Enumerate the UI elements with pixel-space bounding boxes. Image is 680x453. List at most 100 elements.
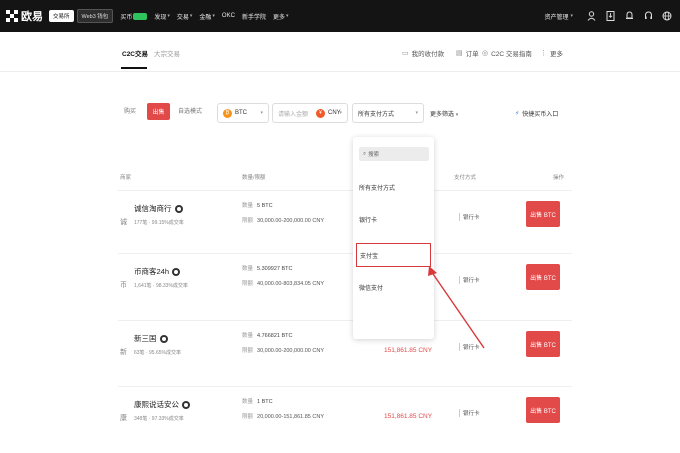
chevron-down-icon: ▾ [212,13,215,19]
payment-method-dropdown: ⌕ 搜索 所有支付方式 银行卡 支付宝 微信支付 [353,137,434,339]
bell-icon[interactable] [624,11,634,21]
limit: 限额 30,000.00-200,000.00 CNY [242,216,324,224]
quantity-value: 5.309927 BTC [257,266,293,272]
quick-buy-entry[interactable]: ⚡ 快捷买币入口 [515,109,558,118]
limit-value: 30,000.00-200,000.00 CNY [257,218,324,224]
tab-block-trade[interactable]: 大宗交易 [154,48,180,58]
col-merchant: 商家 [120,175,132,181]
more-filters-button[interactable]: 更多筛选 ▾ [430,109,458,118]
chevron-down-icon: ▾ [285,13,289,19]
nav-academy[interactable]: 新手学院 [242,12,266,21]
globe-icon[interactable] [662,11,672,21]
my-payment-methods-link[interactable]: ▭ 我的收付款 [402,48,444,58]
limit-label: 限额 [242,414,254,420]
limit-value: 30,000.00-200,000.00 CNY [257,348,324,354]
nav-buy-crypto[interactable]: 买币 [120,12,148,21]
chevron-down-icon: ▾ [167,13,170,19]
quantity-value: 1 BTC [257,399,273,405]
quantity: 数量 5.309927 BTC [242,264,292,272]
payment-select-value: 所有支付方式 [358,111,395,118]
link-label: 更多 [550,51,563,58]
payment-method-select[interactable]: 所有支付方式 ▾ [352,103,424,123]
dropdown-search-placeholder: 搜索 [368,152,380,158]
table-row: 新 新三国 63笔 · 95.65%成交率 数量 4.766821 BTC 限额 3… [118,320,572,382]
merchant-name[interactable]: 诚信淘商行 [134,203,183,214]
nav-okc[interactable]: OKC [222,13,235,19]
assets-menu[interactable]: 资产管理 [544,12,568,21]
quantity-value: 5 BTC [257,203,273,209]
nav-more[interactable]: 更多 ▾ [273,12,289,21]
nav-label: 新手学院 [241,14,266,21]
headset-icon[interactable] [643,11,653,21]
chevron-down-icon: ▾ [189,13,193,19]
dropdown-option-bank-card[interactable]: 银行卡 [356,215,431,224]
nav-label: OKC [221,13,235,19]
merchant-stats: 177笔 · 99.15%成交率 [134,220,184,226]
main-nav: 买币 发现 ▾ 交易 ▾ 金融 ▾ OKC 新手学院 更多 ▾ [120,12,295,21]
self-select-mode[interactable]: 自选模式 [178,106,202,115]
sell-toggle[interactable]: 出售 [147,103,170,120]
payment-method: 银行卡 [459,343,480,351]
more-filters-label: 更多筛选 [430,112,455,118]
user-icon[interactable] [586,11,596,21]
table-header: 商家 数量/限额 单价 支付方式 操作 [0,170,680,184]
quantity: 数量 1 BTC [242,397,273,405]
nav-trade[interactable]: 交易 ▾ [177,12,193,21]
verified-icon [159,334,168,343]
top-navigation-bar: 欧易 交易所 Web3 钱包 买币 发现 ▾ 交易 ▾ 金融 ▾ OKC 新手学院 更… [0,0,680,32]
nav-finance[interactable]: 金融 ▾ [199,12,215,21]
merchant-name-text: 币商客24h [134,267,170,276]
merchant-name[interactable]: 康熙说话安公 [134,399,190,410]
dropdown-search-input[interactable]: ⌕ 搜索 [359,147,429,161]
merchant-name[interactable]: 新三国 [134,333,168,344]
quick-buy-label: 快捷买币入口 [522,112,559,118]
cny-currency-icon: ¥ [316,108,326,118]
coin-select[interactable]: ₿ BTC ▾ [217,103,269,123]
nav-label: 更多 [272,14,285,21]
more-link[interactable]: ⋮ 更多 [540,48,563,58]
sell-btc-button[interactable]: 出售 BTC [526,331,560,357]
col-quantity-limit: 数量/限额 [242,175,266,181]
merchant-stats: 63笔 · 95.65%成交率 [134,350,181,356]
brand-logo[interactable]: 欧易 [6,8,43,24]
nav-label: 交易 [176,14,189,21]
orders-link[interactable]: ▤ 订单 [456,48,479,58]
limit: 限额 20,000.00-151,861.85 CNY [242,412,324,420]
active-tab-indicator [121,67,147,69]
quantity-label: 数量 [242,399,254,405]
dropdown-option-all[interactable]: 所有支付方式 [356,183,431,192]
merchant-name[interactable]: 币商客24h [134,266,181,277]
dropdown-option-alipay[interactable]: 支付宝 [356,243,431,267]
brand-name: 欧易 [21,11,43,23]
table-row: 诚 诚信淘商行 177笔 · 99.15%成交率 数量 5 BTC 限额 30,00… [118,190,572,252]
nav-label: 金融 [199,14,212,21]
nav-label: 发现 [154,14,167,21]
sell-btc-button[interactable]: 出售 BTC [526,201,560,227]
amount-input[interactable]: 请输入金额 ¥ CNY ▾ [272,103,348,123]
tab-c2c-trade[interactable]: C2C交易 [122,48,148,58]
payment-method: 银行卡 [459,409,480,417]
limit: 限额 40,000.00-803,834.05 CNY [242,279,324,287]
guide-icon: ◎ [482,50,489,57]
web3-wallet-switch[interactable]: Web3 钱包 [76,9,114,23]
quantity-label: 数量 [242,333,254,339]
nav-discover[interactable]: 发现 ▾ [154,12,170,21]
unit-price: 151,861.85 CNY [384,413,433,420]
top-right-tools: 资产管理 ▾ [544,0,672,32]
chevron-down-icon: ▾ [455,112,459,118]
exchange-switch[interactable]: 交易所 [49,10,74,22]
chevron-down-icon: ▾ [415,110,418,116]
new-badge [133,12,148,20]
c2c-guide-link[interactable]: ◎ C2C 交易指南 [482,48,532,58]
payment-method: 银行卡 [459,213,480,221]
merchant-stats: 348笔 · 97.33%成交率 [134,416,184,422]
dropdown-option-wechat-pay[interactable]: 微信支付 [356,283,431,292]
page-subheader: C2C交易 大宗交易 ▭ 我的收付款 ▤ 订单 ◎ C2C 交易指南 ⋮ 更多 [0,32,680,72]
download-icon[interactable] [605,11,615,21]
sell-btc-button[interactable]: 出售 BTC [526,264,560,290]
buy-toggle[interactable]: 购买 [124,106,136,115]
order-icon: ▤ [456,50,463,57]
link-label: 订单 [465,51,479,58]
sell-btc-button[interactable]: 出售 BTC [526,397,560,423]
limit-label: 限额 [242,218,254,224]
